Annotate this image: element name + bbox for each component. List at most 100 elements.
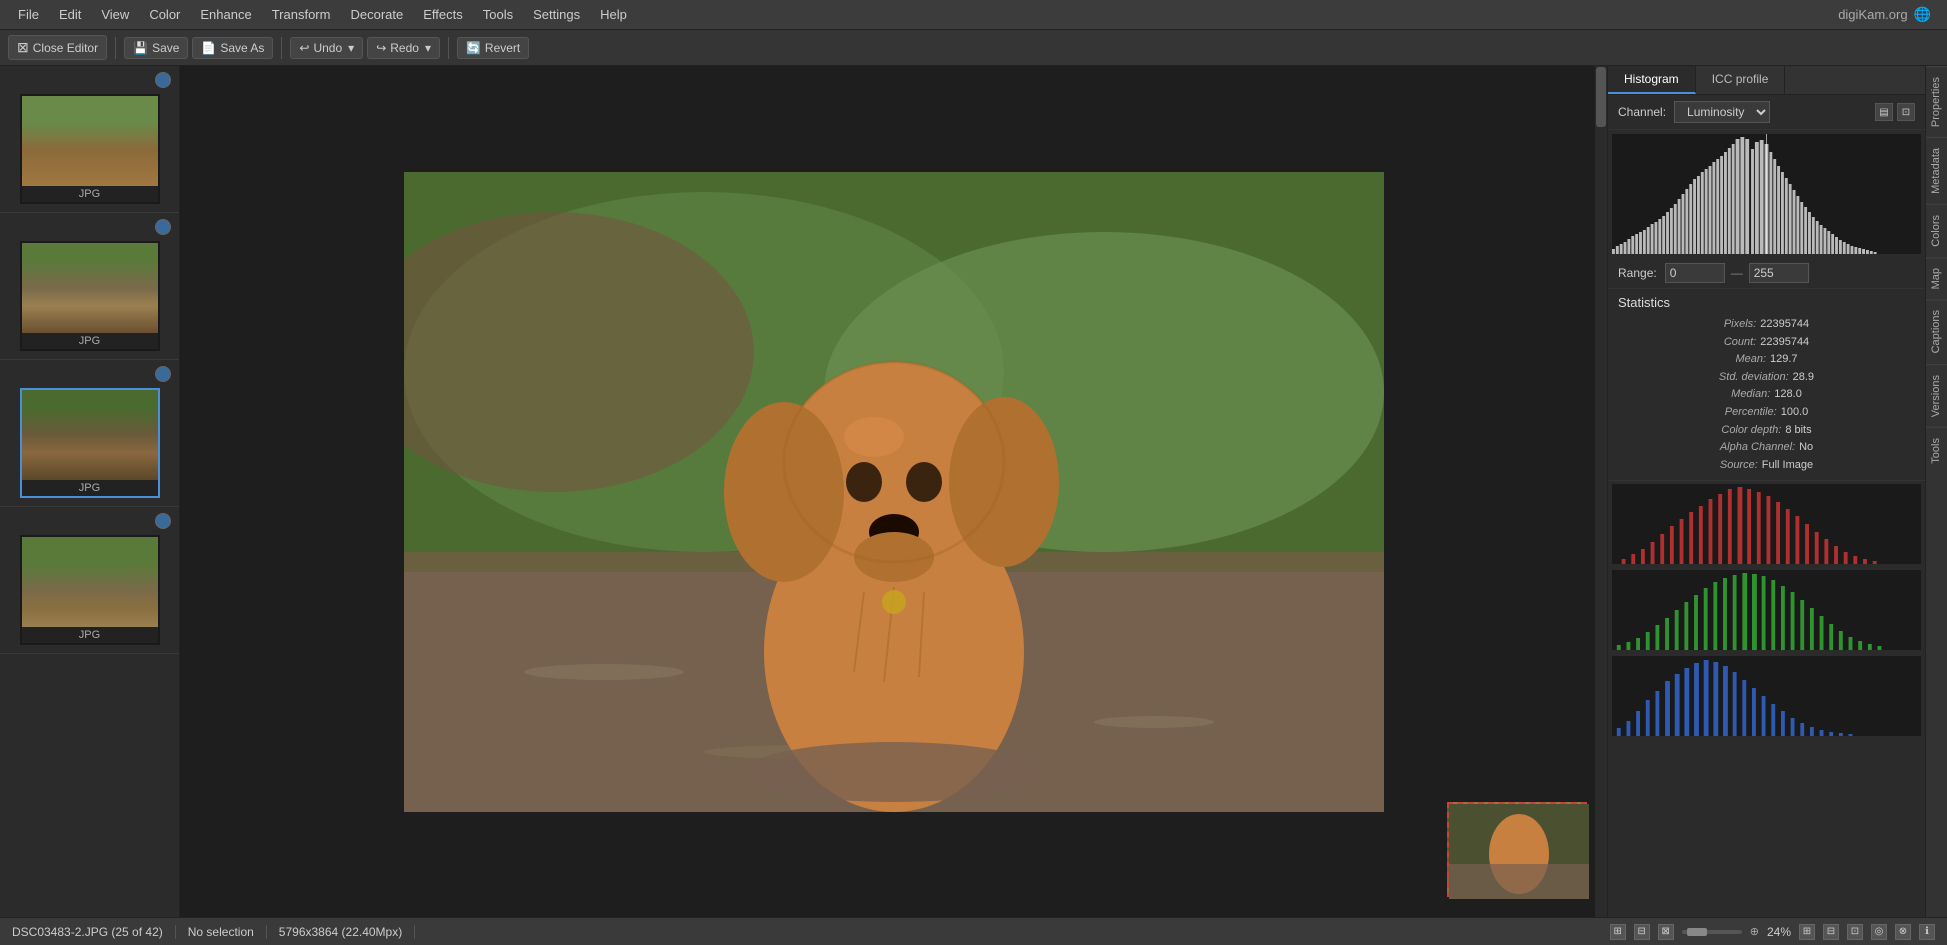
status-filename: DSC03483-2.JPG (25 of 42) — [12, 925, 176, 939]
menu-view[interactable]: View — [91, 3, 139, 26]
menu-help[interactable]: Help — [590, 3, 637, 26]
thumb-group-header-3 — [4, 364, 175, 384]
menu-decorate[interactable]: Decorate — [340, 3, 413, 26]
undo-dropdown-arrow[interactable]: ▾ — [348, 41, 354, 55]
status-icon-1[interactable]: ⊞ — [1799, 924, 1815, 940]
stat-alpha-channel: Alpha Channel: No — [1720, 439, 1813, 457]
range-label: Range: — [1618, 266, 1657, 280]
stat-median: Median: 128.0 — [1731, 386, 1802, 404]
red-histogram — [1612, 484, 1921, 564]
main-image — [404, 172, 1384, 812]
thumb-group-1: JPG — [0, 66, 179, 213]
tab-histogram[interactable]: Histogram — [1608, 66, 1696, 94]
status-icon-6[interactable]: ℹ — [1919, 924, 1935, 940]
thumb-label-4: JPG — [22, 627, 158, 643]
thumb-group-header-1 — [4, 70, 175, 90]
stat-color-depth: Color depth: 8 bits — [1721, 422, 1811, 440]
range-separator: — — [1731, 266, 1743, 280]
toolbar-separator-2 — [281, 37, 282, 59]
range-min-input[interactable] — [1665, 263, 1725, 283]
revert-icon: 🔄 — [466, 41, 481, 55]
close-editor-button[interactable]: ⊠ Close Editor — [8, 35, 107, 60]
thumb-group-3: JPG — [0, 360, 179, 507]
view-fit-button[interactable]: ⊞ — [1610, 924, 1626, 940]
channel-icon-btn-2[interactable]: ⊡ — [1897, 103, 1915, 121]
save-icon: 💾 — [133, 41, 148, 55]
image-scrollbar[interactable] — [1595, 66, 1607, 917]
histogram-panel: Histogram ICC profile Channel: Luminosit… — [1607, 66, 1947, 917]
channel-icon-group: ▤ ⊡ — [1875, 103, 1915, 121]
zoom-level: 24% — [1767, 925, 1791, 939]
vtab-metadata[interactable]: Metadata — [1926, 137, 1947, 204]
stat-source: Source: Full Image — [1720, 457, 1813, 475]
menu-tools[interactable]: Tools — [473, 3, 523, 26]
vtab-captions[interactable]: Captions — [1926, 299, 1947, 363]
digikam-logo-icon: 🌐 — [1914, 6, 1931, 23]
undo-icon: ↩ — [299, 41, 309, 55]
status-icon-2[interactable]: ⊟ — [1823, 924, 1839, 940]
status-icon-3[interactable]: ⊡ — [1847, 924, 1863, 940]
menu-edit[interactable]: Edit — [49, 3, 91, 26]
stat-pixels: Pixels: 22395744 — [1724, 316, 1809, 334]
thumb-image-4 — [22, 537, 158, 627]
thumb-label-3: JPG — [22, 480, 158, 496]
menu-file[interactable]: File — [8, 3, 49, 26]
channel-icon-btn-1[interactable]: ▤ — [1875, 103, 1893, 121]
toolbar-separator-3 — [448, 37, 449, 59]
green-histogram — [1612, 570, 1921, 650]
thumbnail-4[interactable]: JPG — [20, 535, 160, 645]
histogram-chart — [1612, 134, 1921, 254]
thumbnail-3[interactable]: JPG — [20, 388, 160, 498]
status-selection: No selection — [176, 925, 267, 939]
menu-settings[interactable]: Settings — [523, 3, 590, 26]
stat-mean: Mean: 129.7 — [1735, 351, 1797, 369]
channel-select[interactable]: Luminosity Red Green Blue Alpha — [1674, 101, 1770, 123]
globe-icon-1 — [155, 72, 171, 88]
globe-icon-2 — [155, 219, 171, 235]
thumbnail-2[interactable]: JPG — [20, 241, 160, 351]
statistics-panel: Statistics Pixels: 22395744 Count: 22395… — [1608, 289, 1925, 481]
status-right-group: ⊞ ⊟ ⊠ ⊕ 24% ⊞ ⊟ ⊡ ◎ ⊗ ℹ — [1610, 924, 1935, 940]
thumb-group-header-4 — [4, 511, 175, 531]
menu-color[interactable]: Color — [139, 3, 190, 26]
menubar: File Edit View Color Enhance Transform D… — [0, 0, 1947, 30]
status-icon-5[interactable]: ⊗ — [1895, 924, 1911, 940]
undo-button[interactable]: ↩ Undo ▾ — [290, 37, 363, 59]
menu-effects[interactable]: Effects — [413, 3, 473, 26]
image-area[interactable] — [180, 66, 1607, 917]
range-max-input[interactable] — [1749, 263, 1809, 283]
navigator-thumbnail[interactable] — [1447, 802, 1587, 897]
tab-icc-profile[interactable]: ICC profile — [1696, 66, 1786, 94]
status-dimensions: 5796x3864 (22.40Mpx) — [267, 925, 415, 939]
stat-std-dev: Std. deviation: 28.9 — [1719, 369, 1814, 387]
view-actual-button[interactable]: ⊠ — [1658, 924, 1674, 940]
view-zoom-button[interactable]: ⊟ — [1634, 924, 1650, 940]
status-icon-4[interactable]: ◎ — [1871, 924, 1887, 940]
close-editor-icon: ⊠ — [17, 39, 29, 56]
vtab-properties[interactable]: Properties — [1926, 66, 1947, 137]
statusbar: DSC03483-2.JPG (25 of 42) No selection 5… — [0, 917, 1947, 945]
menu-transform[interactable]: Transform — [262, 3, 341, 26]
thumbnail-1[interactable]: JPG — [20, 94, 160, 204]
vtab-colors[interactable]: Colors — [1926, 204, 1947, 257]
redo-button[interactable]: ↪ Redo ▾ — [367, 37, 440, 59]
toolbar: ⊠ Close Editor 💾 Save 📄 Save As ↩ Undo ▾… — [0, 30, 1947, 66]
red-chart — [1612, 484, 1921, 564]
redo-dropdown-arrow[interactable]: ▾ — [425, 41, 431, 55]
thumbnail-sidebar: JPG JPG JPG — [0, 66, 180, 917]
save-button[interactable]: 💾 Save — [124, 37, 188, 59]
stat-count: Count: 22395744 — [1724, 334, 1809, 352]
zoom-slider-thumb[interactable] — [1687, 928, 1707, 936]
revert-button[interactable]: 🔄 Revert — [457, 37, 529, 59]
vertical-tabs: Properties Metadata Colors Map Captions … — [1925, 66, 1947, 917]
menu-enhance[interactable]: Enhance — [190, 3, 261, 26]
range-row: Range: — — [1608, 258, 1925, 289]
vtab-versions[interactable]: Versions — [1926, 364, 1947, 427]
vtab-tools[interactable]: Tools — [1926, 427, 1947, 474]
zoom-icon: ⊕ — [1750, 925, 1759, 938]
zoom-slider-track[interactable] — [1682, 930, 1742, 934]
vtab-map[interactable]: Map — [1926, 257, 1947, 299]
image-scrollbar-thumb[interactable] — [1596, 67, 1606, 127]
save-as-button[interactable]: 📄 Save As — [192, 37, 273, 59]
panel-tabs: Histogram ICC profile — [1608, 66, 1925, 95]
